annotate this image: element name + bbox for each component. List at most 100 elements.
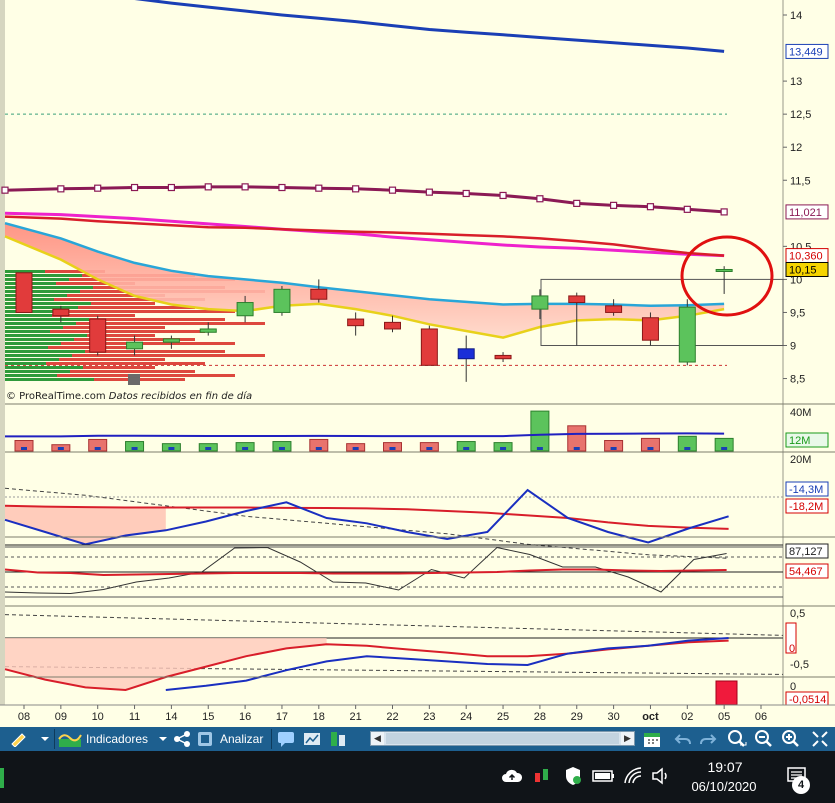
profile-bar-green — [5, 354, 72, 357]
osc-value-tag: 0 — [785, 622, 797, 655]
profile-bar-green — [5, 346, 48, 349]
profile-bar-red — [89, 318, 225, 321]
value-tag-text: -14,3M — [789, 484, 823, 496]
analyze-label: Analizar — [220, 732, 264, 746]
profile-bar-green — [5, 326, 63, 329]
date-label: 15 — [202, 711, 214, 723]
volume-marker — [389, 447, 396, 450]
candle-body — [52, 308, 70, 317]
battery-icon — [592, 770, 614, 782]
profile-bar-green — [5, 294, 67, 297]
security-button[interactable] — [561, 765, 585, 787]
volume-marker — [242, 447, 249, 450]
date-label: 25 — [497, 711, 509, 723]
price-tick-label: 9 — [790, 341, 796, 353]
clock-time[interactable]: 19:07 — [680, 759, 770, 775]
volume-marker — [610, 447, 617, 450]
price-tick-label: 14 — [790, 10, 802, 22]
volume-marker — [315, 447, 322, 450]
flow-value-tag: -14,3M — [785, 481, 829, 497]
date-axis: 08 09 10 11 14 15 16 17 18 21 22 23 24 25 28 29 30 oct 02 0… — [0, 704, 835, 727]
ma-marker — [278, 183, 286, 192]
undo-button[interactable] — [672, 729, 694, 749]
zoom-select-button[interactable] — [724, 729, 750, 749]
volume-button[interactable] — [649, 765, 673, 787]
value-tag-text: 13,449 — [789, 46, 823, 58]
profile-bar-red — [72, 354, 265, 357]
profile-bar-green — [5, 314, 52, 317]
share-button[interactable] — [171, 729, 193, 749]
price-tick-label: 9,5 — [790, 307, 805, 319]
date-label: 11 — [129, 711, 140, 723]
drawing-tools-dropdown[interactable] — [38, 729, 52, 749]
ma-marker — [204, 183, 212, 191]
profile-bar-green — [5, 366, 83, 369]
drawing-tools-button[interactable] — [4, 729, 34, 749]
candle-body — [457, 348, 475, 360]
profile-bar-green — [5, 318, 89, 321]
zoom-in-icon — [782, 730, 799, 747]
ma-marker — [683, 205, 691, 213]
calendar-button[interactable] — [640, 729, 664, 749]
date-label: 30 — [607, 711, 619, 723]
volume-marker — [94, 447, 101, 450]
candle-body — [420, 328, 438, 366]
volume-tick-label: 40M — [790, 407, 811, 419]
indicators-button[interactable]: Indicadores — [58, 729, 158, 749]
zoom-in-button[interactable] — [779, 729, 803, 749]
hist-tick-label: 0 — [790, 681, 796, 693]
scroll-left-icon[interactable]: ◀ — [371, 732, 384, 745]
ma-marker — [573, 199, 581, 207]
candle-body — [641, 317, 659, 341]
ma-marker — [167, 183, 175, 192]
price-tick-label: 12,5 — [790, 109, 811, 121]
volume-marker — [205, 447, 212, 450]
taskbar-app-indicator — [0, 768, 4, 788]
onedrive-button[interactable] — [500, 765, 524, 787]
chart-scrollbar[interactable]: ◀ ▶ — [370, 731, 635, 746]
candle-body — [236, 302, 254, 317]
profile-bar-red — [63, 326, 165, 329]
date-label: 18 — [313, 711, 325, 723]
volume-marker — [647, 447, 654, 450]
profile-bar-green — [5, 334, 87, 337]
clock-date[interactable]: 06/10/2020 — [676, 779, 772, 794]
analyze-button[interactable]: Analizar — [195, 729, 270, 749]
price-tick-label: 12 — [790, 142, 802, 154]
wifi-button[interactable] — [622, 765, 646, 787]
indicators-dropdown[interactable] — [156, 729, 170, 749]
volume-marker — [131, 447, 138, 450]
credit-note: Datos recibidos en fin de día — [108, 391, 253, 402]
undo-icon — [674, 734, 691, 745]
calendar-icon — [644, 733, 660, 747]
chevron-down-icon — [159, 737, 167, 741]
stoch-value-tag: 54,467 — [785, 563, 829, 579]
scrollbar-thumb[interactable] — [386, 733, 619, 744]
compare-button[interactable] — [327, 729, 349, 749]
value-tag-text: 54,467 — [789, 566, 823, 578]
comment-icon — [278, 732, 294, 747]
zoom-out-button[interactable] — [752, 729, 776, 749]
price-value-tag: 11,021 — [785, 204, 829, 220]
price-tick-label: 8,5 — [790, 374, 805, 386]
chart-area: 141312,51211,510,5109,598,513,44911,0211… — [0, 0, 835, 727]
battery-button[interactable] — [591, 765, 617, 787]
date-label: 14 — [165, 711, 177, 723]
comment-button[interactable] — [275, 729, 297, 749]
prorealtime-tray-button[interactable] — [530, 765, 554, 787]
volume-marker — [573, 447, 580, 450]
compare-icon — [331, 732, 345, 746]
wifi-icon — [624, 767, 642, 784]
scroll-right-icon[interactable]: ▶ — [621, 732, 634, 745]
fit-view-icon — [812, 731, 828, 747]
cloud-upload-icon — [502, 769, 523, 782]
profile-bar-green — [5, 342, 61, 345]
fit-view-button[interactable] — [808, 729, 832, 749]
shield-icon — [566, 767, 581, 785]
candle-body — [310, 288, 328, 300]
candle-body — [678, 306, 696, 363]
notification-badge: 4 — [792, 776, 810, 794]
volume-marker — [352, 447, 359, 450]
redo-button[interactable] — [697, 729, 719, 749]
screenshot-button[interactable] — [301, 729, 323, 749]
